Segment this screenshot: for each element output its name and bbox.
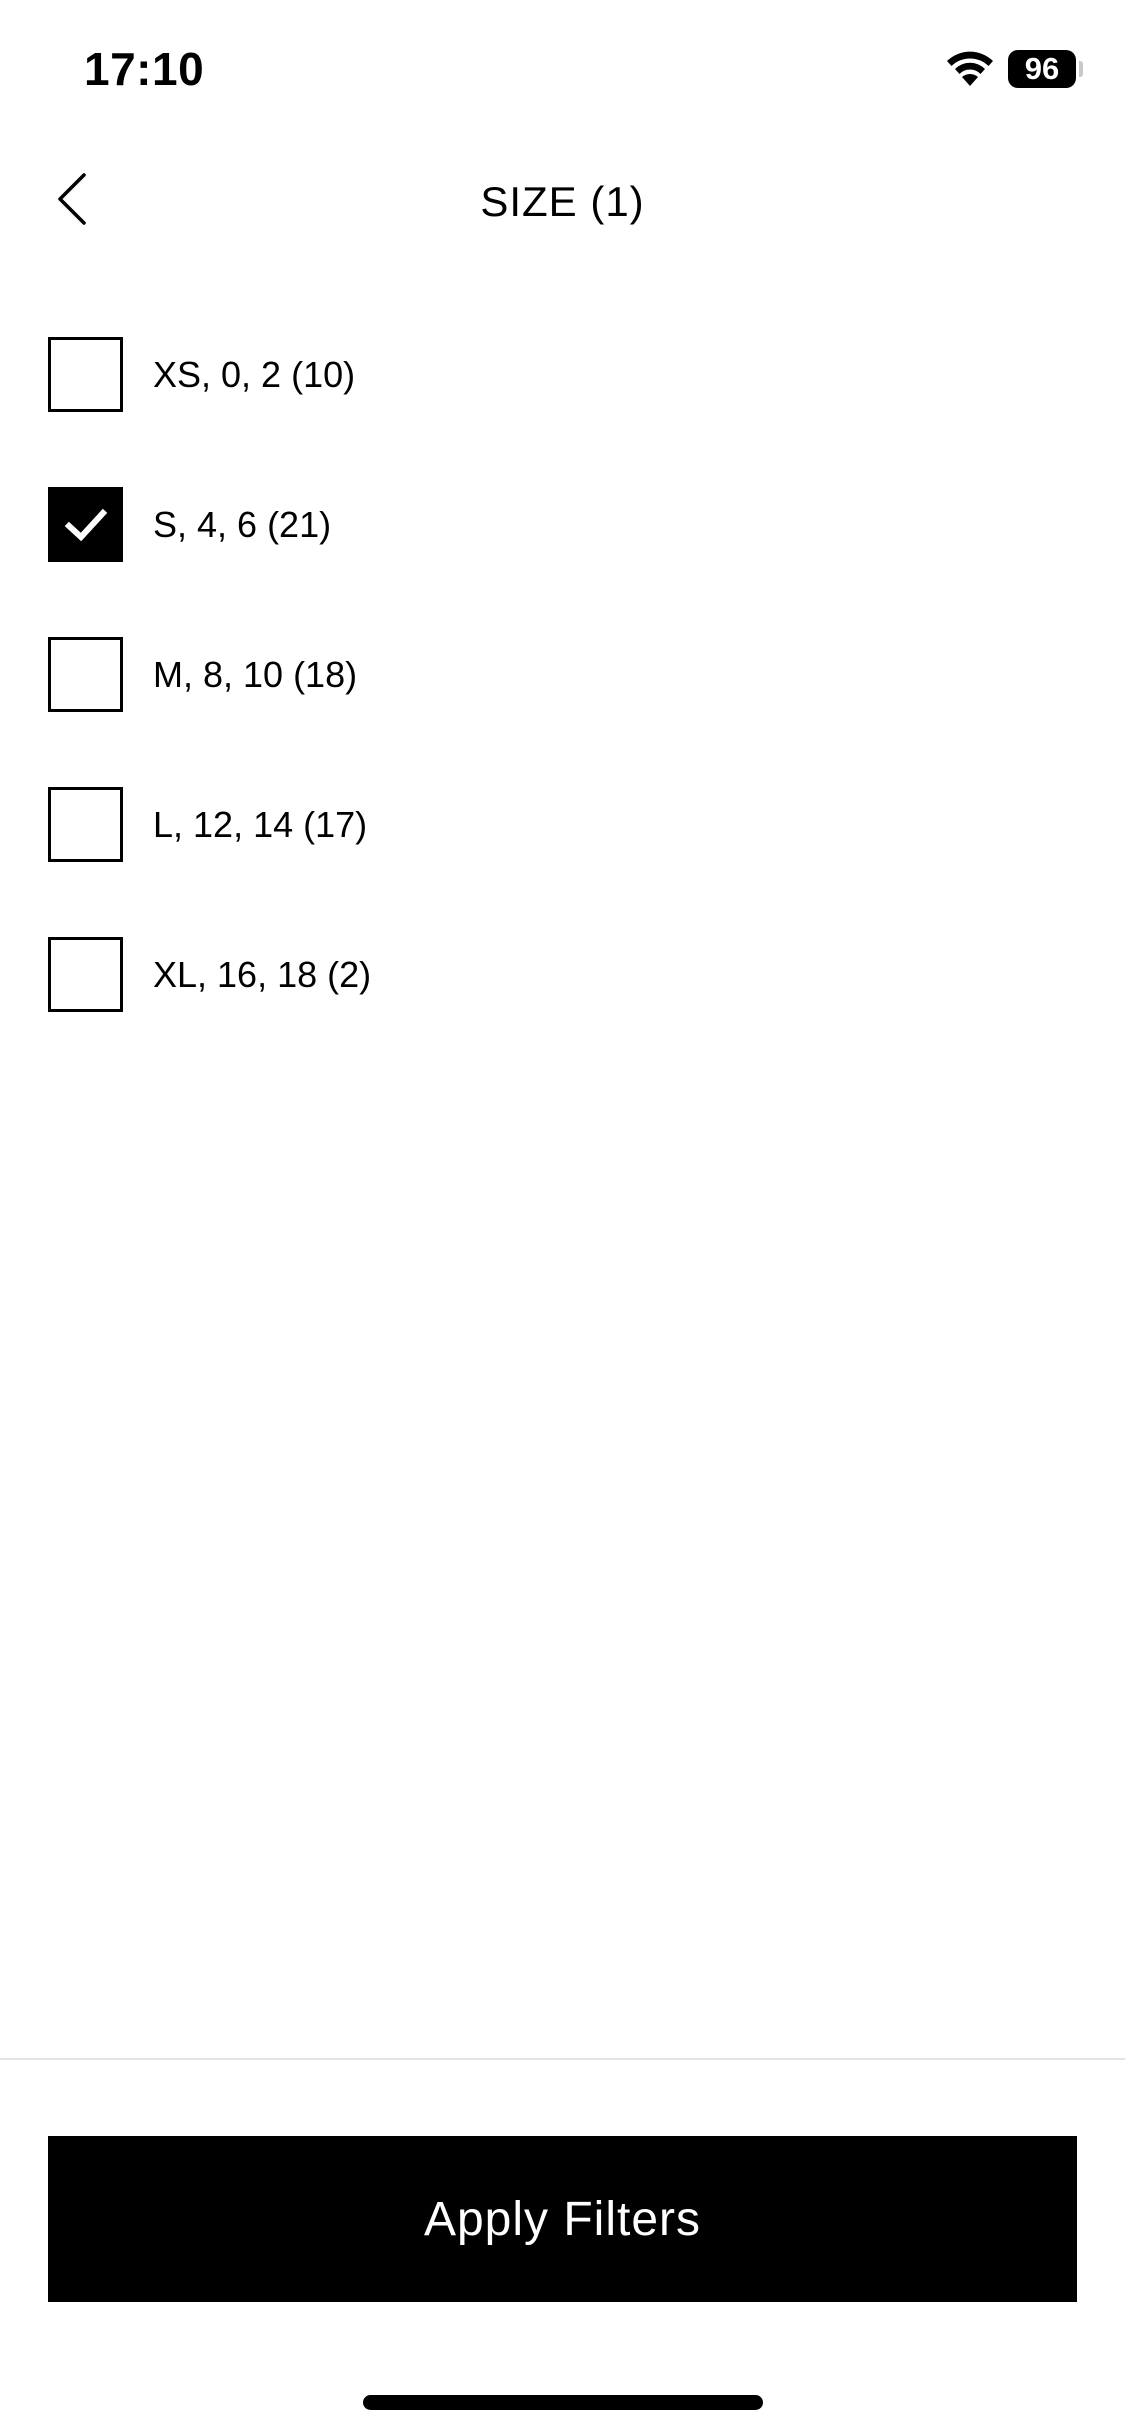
size-option-label: XL, 16, 18 (2) bbox=[153, 954, 372, 995]
apply-filters-button[interactable]: Apply Filters bbox=[48, 2136, 1077, 2302]
checkbox-unchecked[interactable] bbox=[48, 637, 123, 712]
size-option[interactable]: XS, 0, 2 (10) bbox=[48, 337, 1078, 412]
home-indicator[interactable] bbox=[363, 2395, 763, 2410]
battery-icon: 96 bbox=[1008, 50, 1076, 88]
status-time: 17:10 bbox=[84, 43, 205, 95]
size-option-label: L, 12, 14 (17) bbox=[153, 804, 368, 845]
page-title: SIZE (1) bbox=[480, 178, 645, 225]
status-bar: 17:10 96 bbox=[0, 0, 1125, 135]
size-option-label: XS, 0, 2 (10) bbox=[153, 354, 356, 395]
checkbox-unchecked[interactable] bbox=[48, 937, 123, 1012]
checkbox-unchecked[interactable] bbox=[48, 787, 123, 862]
size-option[interactable]: S, 4, 6 (21) bbox=[48, 487, 1078, 562]
checkbox-unchecked[interactable] bbox=[48, 337, 123, 412]
wifi-icon bbox=[947, 51, 993, 86]
checkmark-icon bbox=[64, 508, 107, 541]
size-option[interactable]: L, 12, 14 (17) bbox=[48, 787, 1078, 862]
size-option[interactable]: XL, 16, 18 (2) bbox=[48, 937, 1078, 1012]
footer-divider bbox=[0, 2058, 1125, 2060]
battery-level: 96 bbox=[1024, 51, 1060, 86]
size-option-label: M, 8, 10 (18) bbox=[153, 654, 358, 695]
size-option[interactable]: M, 8, 10 (18) bbox=[48, 637, 1078, 712]
size-option-label: S, 4, 6 (21) bbox=[153, 504, 332, 545]
battery-cap bbox=[1079, 61, 1083, 77]
size-filter-screen: 17:10 96 SIZE (1) XS, 0, 2 (10) S, 4, 6 … bbox=[0, 0, 1125, 2436]
checkbox-checked[interactable] bbox=[48, 487, 123, 562]
size-option-list: XS, 0, 2 (10) S, 4, 6 (21) M, 8, 10 (18) bbox=[48, 337, 1078, 1087]
